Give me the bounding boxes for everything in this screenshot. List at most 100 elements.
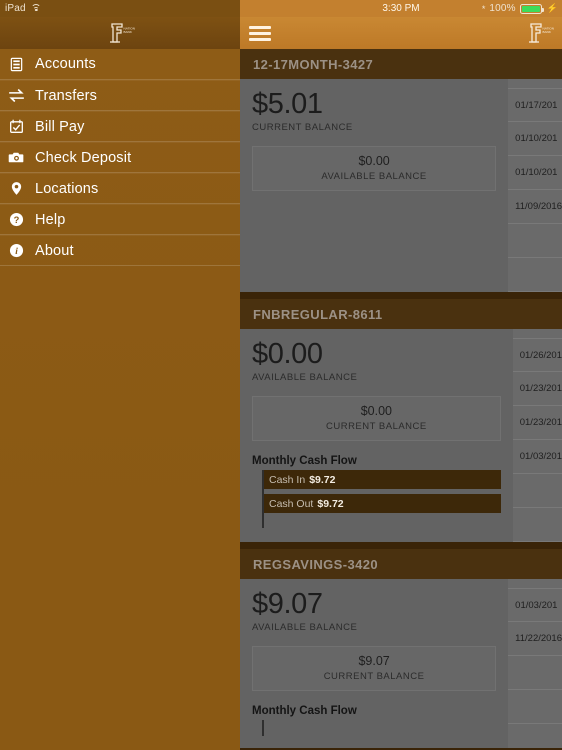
primary-balance-amount: $0.00: [252, 338, 323, 370]
secondary-balance-box: $0.00 AVAILABLE BALANCE: [252, 146, 497, 192]
accounts-drawer-icon: [7, 55, 26, 74]
hamburger-menu-icon[interactable]: [249, 25, 271, 42]
secondary-balance-amount: $0.00: [360, 404, 392, 419]
sidebar: NATIONAL BANK Accounts: [0, 17, 240, 750]
sidebar-brand-bar: NATIONAL BANK: [0, 17, 240, 49]
svg-text:BANK: BANK: [124, 30, 133, 34]
transaction-date: 01/03/201: [519, 451, 562, 462]
status-bar-indicators: * 100% ⚡: [482, 3, 558, 14]
sidebar-item-label: Check Deposit: [35, 149, 132, 166]
table-row[interactable]: [508, 224, 562, 258]
transaction-date: 01/17/201: [515, 99, 558, 111]
card-divider: [240, 542, 562, 549]
account-name: REGSAVINGS-3420: [253, 556, 378, 572]
table-row[interactable]: 11/09/2016: [508, 190, 562, 224]
sidebar-item-transfers[interactable]: Transfers: [0, 80, 240, 111]
cash-flow-axis-pad: [263, 720, 496, 736]
card-divider: [240, 292, 562, 299]
transaction-date: 01/23/201: [519, 417, 562, 428]
secondary-balance-box: $9.07 CURRENT BALANCE: [252, 646, 497, 692]
transaction-date: 11/09/2016: [515, 201, 562, 212]
primary-balance-label: AVAILABLE BALANCE: [252, 622, 358, 634]
transaction-list[interactable]: 01/26/201 01/23/201 01/23/201 01/03/201: [512, 329, 562, 542]
transaction-date: 01/03/201: [515, 599, 558, 611]
table-row[interactable]: [508, 656, 562, 690]
sidebar-item-label: About: [35, 242, 74, 259]
cash-flow-axis-pad: [263, 518, 501, 528]
transaction-date: 01/26/201: [519, 349, 562, 361]
table-row[interactable]: [508, 258, 562, 292]
secondary-balance-amount: $9.07: [358, 654, 390, 669]
table-row[interactable]: [512, 474, 562, 508]
sidebar-item-help[interactable]: ? Help: [0, 204, 240, 235]
transaction-list[interactable]: 01/03/201 11/22/2016: [508, 579, 562, 749]
cash-flow-title: Monthly Cash Flow: [252, 455, 357, 468]
table-row[interactable]: [512, 508, 562, 542]
account-card[interactable]: 12-17MONTH-3427 $5.01 CURRENT BALANCE $0…: [240, 49, 562, 292]
sidebar-item-label: Accounts: [35, 56, 96, 72]
accounts-scroll-area[interactable]: 12-17MONTH-3427 $5.01 CURRENT BALANCE $0…: [240, 49, 562, 750]
question-circle-icon: ?: [7, 210, 26, 229]
status-bar-right: 3:30 PM * 100% ⚡: [240, 0, 562, 17]
primary-balance-label: CURRENT BALANCE: [252, 122, 353, 134]
sidebar-item-locations[interactable]: Locations: [0, 173, 240, 204]
svg-text:BANK: BANK: [543, 30, 552, 34]
svg-text:i: i: [15, 247, 18, 257]
transfer-arrows-icon: [7, 86, 26, 105]
sidebar-menu: Accounts Transfers Bill Pay Check Deposi…: [0, 49, 240, 266]
sidebar-item-check-deposit[interactable]: Check Deposit: [0, 142, 240, 173]
transaction-date: 01/23/201: [519, 383, 562, 394]
primary-balance-label: AVAILABLE BALANCE: [252, 372, 358, 384]
sidebar-item-label: Transfers: [35, 87, 98, 104]
secondary-balance-box: $0.00 CURRENT BALANCE: [252, 396, 501, 442]
first-national-bank-logo: NATIONAL BANK: [524, 21, 558, 45]
cash-flow-bar: Cash In $9.72: [263, 470, 501, 490]
cash-flow-bar-label: Cash Out: [269, 497, 314, 510]
sidebar-item-about[interactable]: i About: [0, 235, 240, 266]
primary-balance-amount: $9.07: [252, 588, 323, 620]
table-row[interactable]: 01/23/201: [512, 406, 562, 440]
account-card[interactable]: REGSAVINGS-3420 $9.07 AVAILABLE BALANCE …: [240, 549, 562, 749]
table-row[interactable]: 01/03/201: [508, 588, 562, 622]
account-balance-panel: $0.00 AVAILABLE BALANCE $0.00 CURRENT BA…: [240, 329, 513, 542]
card-spacer: [252, 191, 496, 253]
charging-bolt-icon: ⚡: [546, 3, 558, 13]
secondary-balance-label: AVAILABLE BALANCE: [321, 171, 427, 183]
table-row[interactable]: 01/03/201: [512, 440, 562, 474]
secondary-balance-label: CURRENT BALANCE: [325, 421, 427, 433]
sidebar-item-label: Help: [35, 211, 66, 228]
status-bar: iPad 3:30 PM * 100% ⚡: [0, 0, 562, 17]
account-balance-panel: $9.07 AVAILABLE BALANCE $9.07 CURRENT BA…: [240, 579, 508, 748]
account-name: FNBREGULAR-8611: [253, 306, 383, 322]
table-row[interactable]: [508, 690, 562, 724]
table-row[interactable]: 01/23/201: [512, 372, 562, 406]
map-pin-icon: [7, 179, 26, 198]
account-name: 12-17MONTH-3427: [253, 56, 374, 72]
secondary-balance-amount: $0.00: [358, 154, 390, 169]
sidebar-item-accounts[interactable]: Accounts: [0, 49, 240, 80]
wifi-icon: [31, 4, 42, 13]
account-card-body: $0.00 AVAILABLE BALANCE $0.00 CURRENT BA…: [240, 329, 562, 542]
cash-flow-bar-value: $9.72: [309, 473, 336, 486]
table-row[interactable]: 01/10/201: [508, 156, 562, 190]
cash-flow-bar-label: Cash In: [269, 473, 306, 486]
cash-flow-title: Monthly Cash Flow: [252, 705, 357, 718]
sidebar-item-bill-pay[interactable]: Bill Pay: [0, 111, 240, 142]
cash-flow-chart: Cash In $9.72 Cash Out $9.72: [252, 470, 501, 529]
main-header-bar: NATIONAL BANK: [240, 17, 562, 49]
battery-icon: [519, 3, 544, 14]
account-card-body: $5.01 CURRENT BALANCE $0.00 AVAILABLE BA…: [240, 79, 562, 292]
account-card[interactable]: FNBREGULAR-8611 $0.00 AVAILABLE BALANCE …: [240, 299, 562, 542]
calendar-check-icon: [7, 117, 26, 136]
transaction-date: 11/22/2016: [515, 633, 562, 644]
cash-flow-bar-value: $9.72: [317, 497, 344, 510]
table-row[interactable]: 01/17/201: [508, 88, 562, 122]
sidebar-item-label: Bill Pay: [35, 118, 85, 135]
ipad-banking-app: iPad 3:30 PM * 100% ⚡ NATIONAL BANK: [0, 0, 562, 750]
account-card-header: 12-17MONTH-3427: [240, 49, 562, 79]
table-row[interactable]: 01/26/201: [512, 338, 562, 372]
table-row[interactable]: 01/10/201: [508, 122, 562, 156]
transaction-list[interactable]: 01/17/201 01/10/201 01/10/201 11/09/2016: [508, 79, 562, 292]
battery-percent: 100%: [489, 3, 516, 14]
table-row[interactable]: 11/22/2016: [508, 622, 562, 656]
